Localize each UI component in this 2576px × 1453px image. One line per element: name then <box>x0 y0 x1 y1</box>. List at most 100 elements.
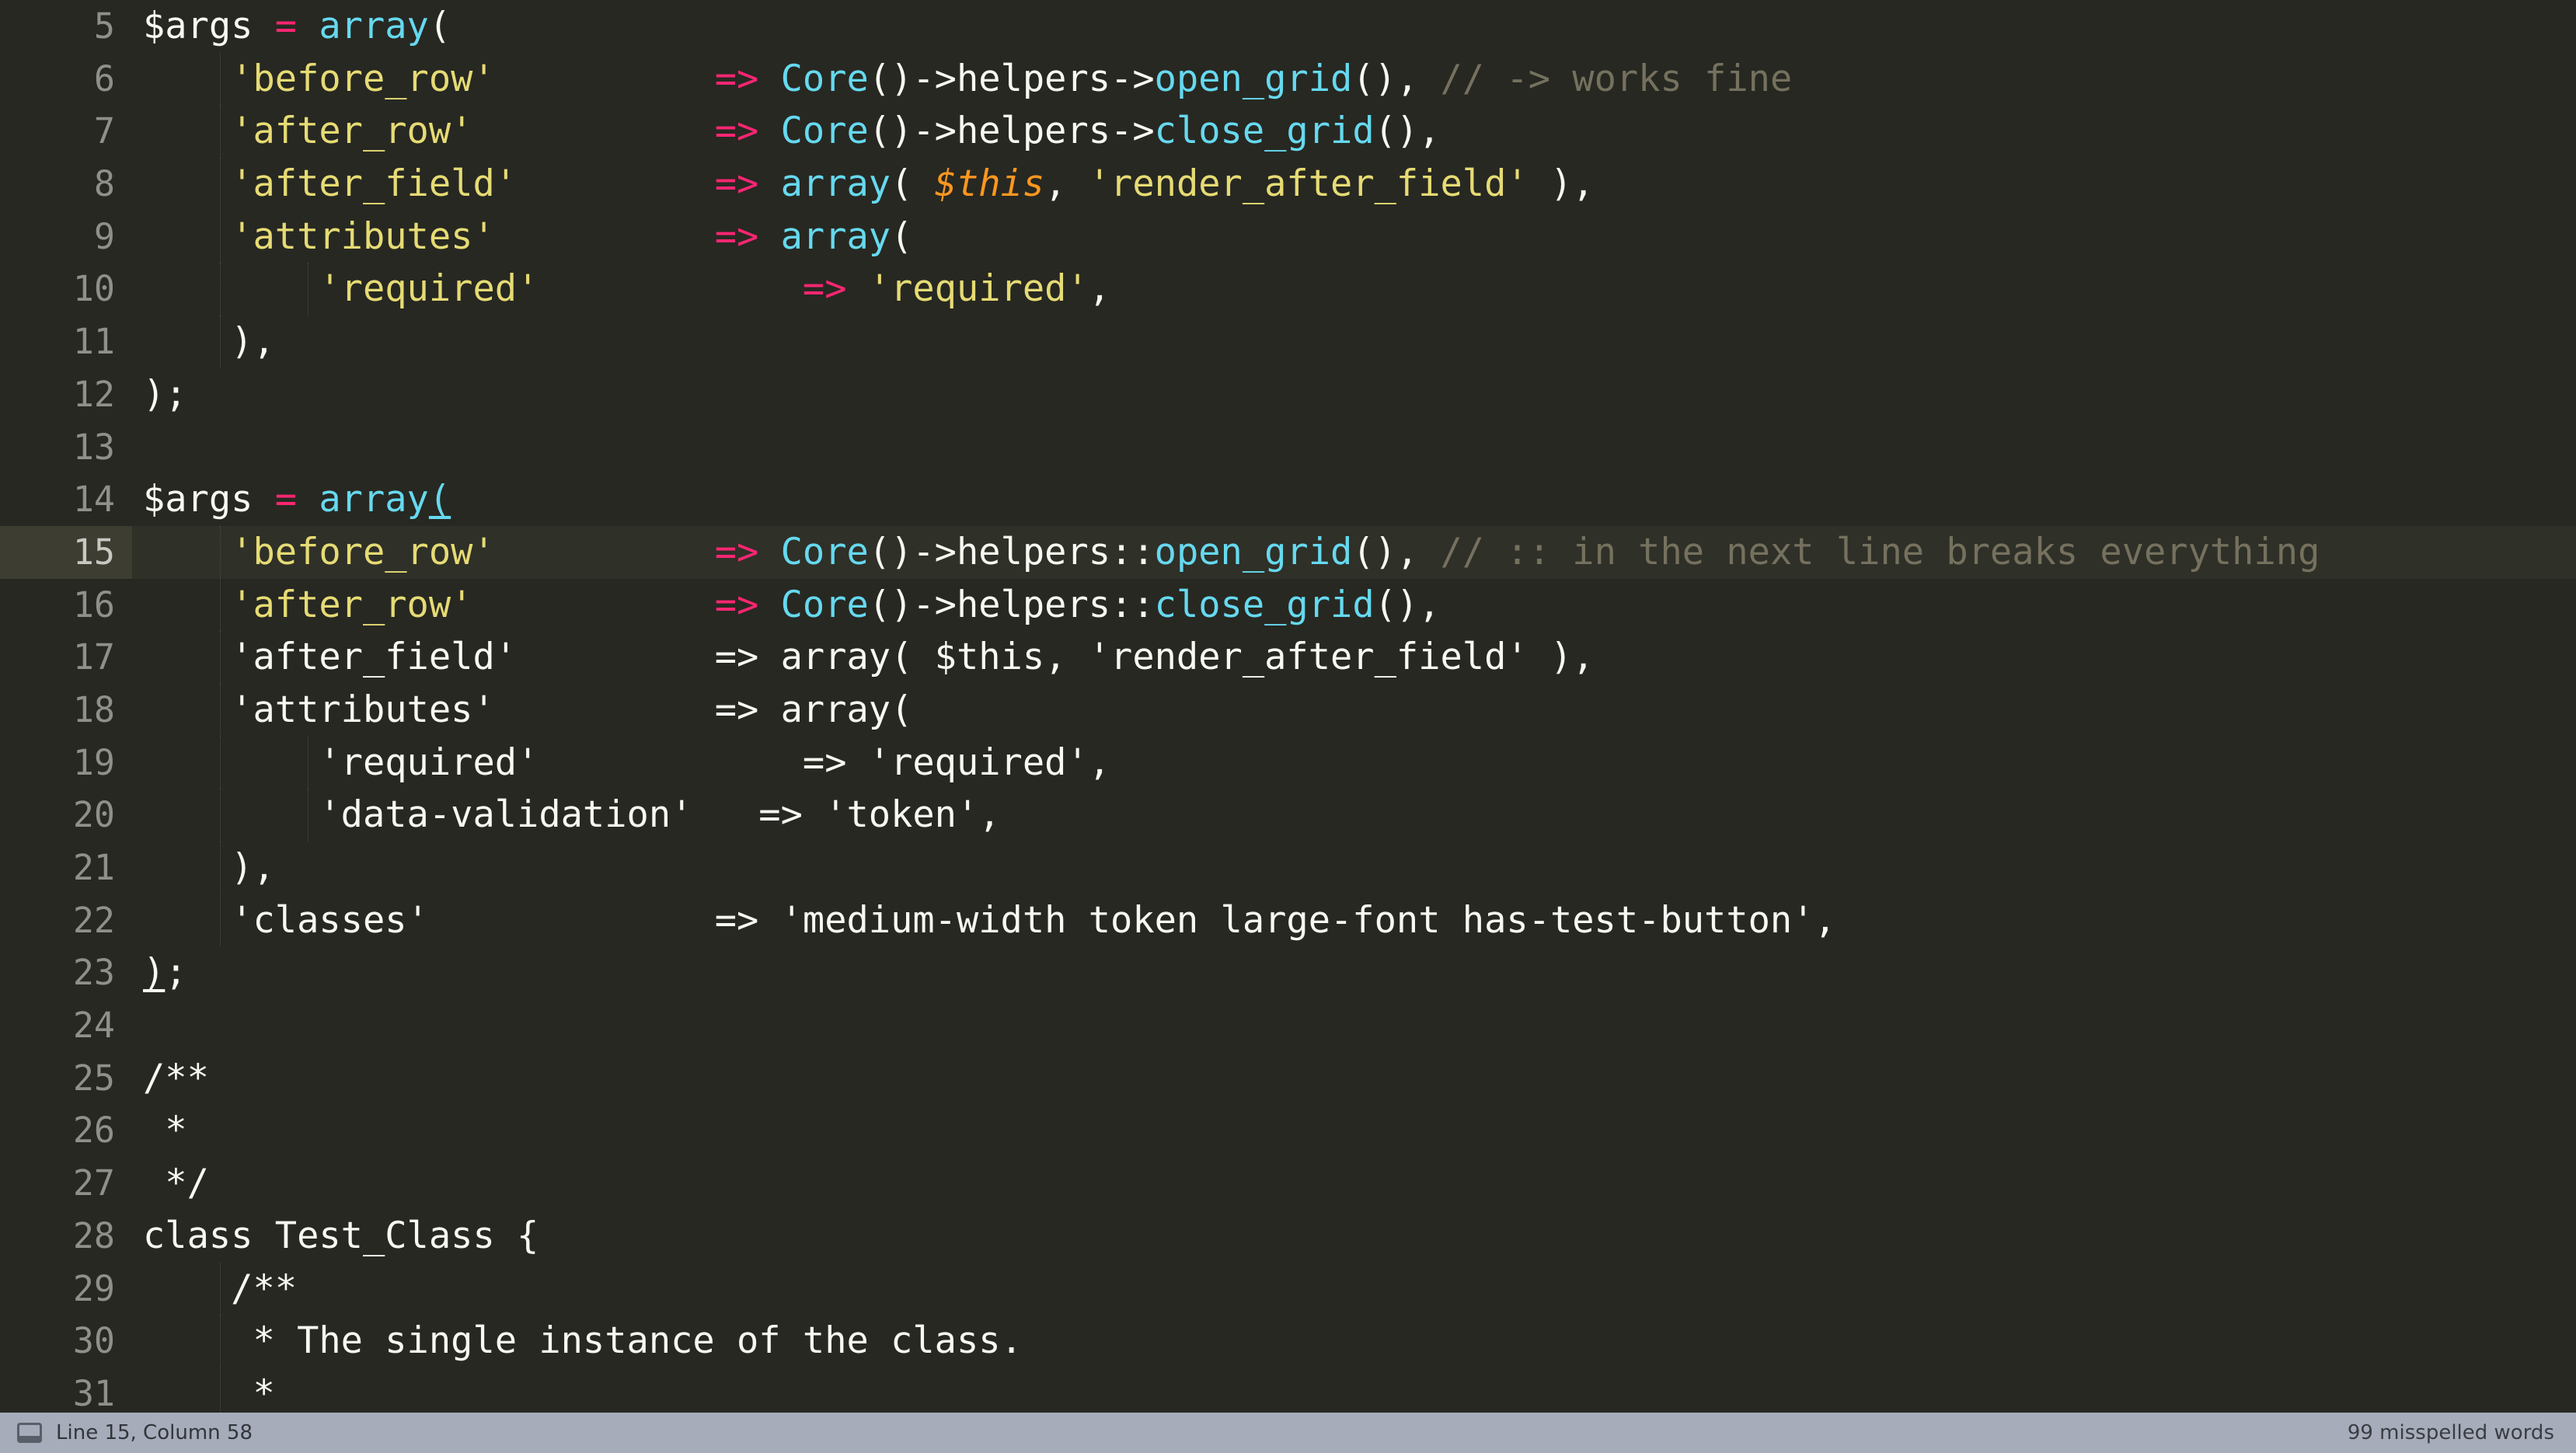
line-number[interactable]: 23 <box>0 946 132 999</box>
line-number[interactable]: 29 <box>0 1263 132 1315</box>
line-number[interactable]: 20 <box>0 789 132 841</box>
line-number[interactable]: 13 <box>0 421 132 474</box>
code-line-text[interactable]: 'required' => 'required', <box>132 736 2576 789</box>
code-line-text[interactable]: 'attributes' => array( <box>132 683 2576 737</box>
line-number[interactable]: 10 <box>0 263 132 315</box>
code-line[interactable]: 18 'attributes' => array( <box>0 683 2576 737</box>
line-number[interactable]: 14 <box>0 473 132 526</box>
code-token-fn: Core <box>780 110 869 153</box>
code-token-punc: (), <box>1352 530 1441 573</box>
code-line-text[interactable]: ); <box>132 368 2576 421</box>
code-line-text[interactable]: /** <box>132 1262 2576 1315</box>
code-line[interactable]: 29 /** <box>0 1262 2576 1315</box>
code-line-text[interactable]: * <box>132 1367 2576 1413</box>
line-number[interactable]: 25 <box>0 1052 132 1105</box>
code-token-fn: close_grid <box>1154 583 1375 626</box>
code-line-text[interactable]: $args = array( <box>132 473 2576 526</box>
code-line[interactable]: 9 'attributes' => array( <box>0 210 2576 263</box>
code-line-text[interactable]: 'required' => 'required', <box>132 263 2576 316</box>
line-number[interactable]: 9 <box>0 211 132 263</box>
code-line[interactable]: 23); <box>0 946 2576 999</box>
line-number[interactable]: 17 <box>0 631 132 684</box>
spell-check-label[interactable]: 99 misspelled words <box>2348 1421 2554 1444</box>
code-line[interactable]: 17 'after_field' => array( $this, 'rende… <box>0 631 2576 684</box>
line-number[interactable]: 27 <box>0 1157 132 1210</box>
code-line[interactable]: 20 'data-validation' => 'token', <box>0 789 2576 842</box>
code-line-text[interactable]: 'before_row' => Core()->helpers->open_gr… <box>132 52 2576 106</box>
line-number[interactable]: 22 <box>0 894 132 947</box>
code-line-text[interactable]: 'classes' => 'medium-width token large-f… <box>132 894 2576 947</box>
code-token-punc: ); <box>143 372 187 416</box>
cursor-position-label[interactable]: Line 15, Column 58 <box>56 1421 253 1444</box>
code-line[interactable]: 16 'after_row' => Core()->helpers::close… <box>0 578 2576 632</box>
code-line[interactable]: 8 'after_field' => array( $this, 'render… <box>0 158 2576 211</box>
code-line[interactable]: 14 $args = array( <box>0 473 2576 526</box>
code-line[interactable]: 15 'before_row' => Core()->helpers::open… <box>0 525 2576 579</box>
code-line[interactable]: 22 'classes' => 'medium-width token larg… <box>0 894 2576 947</box>
code-line-text[interactable]: * <box>132 1104 2576 1157</box>
code-line[interactable]: 7 'after_row' => Core()->helpers->close_… <box>0 105 2576 159</box>
indent-guide <box>219 1262 221 1315</box>
line-number[interactable]: 7 <box>0 105 132 158</box>
line-number[interactable]: 15 <box>0 525 132 579</box>
line-number[interactable]: 5 <box>0 0 132 53</box>
line-number[interactable]: 16 <box>0 579 132 632</box>
code-line-text[interactable]: ); <box>132 946 2576 999</box>
code-line[interactable]: 28 class Test_Class { <box>0 1210 2576 1263</box>
line-number[interactable]: 26 <box>0 1104 132 1157</box>
indent-guide <box>307 789 309 842</box>
line-number[interactable]: 18 <box>0 684 132 737</box>
code-line-text[interactable]: * The single instance of the class. <box>132 1315 2576 1368</box>
line-number[interactable]: 12 <box>0 368 132 421</box>
code-line[interactable]: 10 'required' => 'required', <box>0 263 2576 316</box>
code-editor-area[interactable]: 5 $args = array(6 'before_row' => Core()-… <box>0 0 2576 1413</box>
line-number[interactable]: 6 <box>0 53 132 106</box>
code-line-text[interactable]: ), <box>132 315 2576 368</box>
line-number[interactable]: 24 <box>0 999 132 1052</box>
code-token-plain: 'attributes' => array( <box>143 688 913 731</box>
code-lines[interactable]: 5 $args = array(6 'before_row' => Core()-… <box>0 0 2576 1413</box>
code-line-text[interactable]: class Test_Class { <box>132 1210 2576 1263</box>
code-line-text[interactable]: 'before_row' => Core()->helpers::open_gr… <box>132 525 2576 579</box>
code-line-text[interactable]: 'after_row' => Core()->helpers->close_gr… <box>132 105 2576 159</box>
code-line[interactable]: 31 * <box>0 1367 2576 1413</box>
code-line[interactable]: 11 ), <box>0 315 2576 368</box>
indent-guide <box>219 631 221 684</box>
line-number[interactable]: 11 <box>0 315 132 368</box>
line-number[interactable]: 28 <box>0 1210 132 1263</box>
code-line-text[interactable]: 'attributes' => array( <box>132 210 2576 263</box>
indent-guide <box>219 789 221 842</box>
code-line-text[interactable]: 'after_row' => Core()->helpers::close_gr… <box>132 578 2576 632</box>
code-line[interactable]: 12); <box>0 368 2576 421</box>
code-line[interactable]: 21 ), <box>0 841 2576 894</box>
code-line-text[interactable]: 'after_field' => array( $this, 'render_a… <box>132 631 2576 684</box>
code-line[interactable]: 24 <box>0 999 2576 1052</box>
line-number[interactable]: 30 <box>0 1315 132 1368</box>
code-line-text[interactable]: $args = array( <box>132 0 2576 53</box>
code-line[interactable]: 6 'before_row' => Core()->helpers->open_… <box>0 52 2576 106</box>
code-line-text[interactable]: 'data-validation' => 'token', <box>132 789 2576 842</box>
code-line[interactable]: 19 'required' => 'required', <box>0 736 2576 789</box>
line-number[interactable]: 31 <box>0 1368 132 1413</box>
code-line[interactable]: 30 * The single instance of the class. <box>0 1315 2576 1368</box>
code-line[interactable]: 27 */ <box>0 1157 2576 1210</box>
indent-guide <box>219 263 221 316</box>
code-line[interactable]: 25 /** <box>0 1052 2576 1105</box>
code-line[interactable]: 26 * <box>0 1104 2576 1157</box>
code-line[interactable]: 13 <box>0 421 2576 474</box>
code-line-text[interactable]: */ <box>132 1157 2576 1210</box>
code-token-plain: 'classes' => 'medium-width token large-f… <box>143 898 1836 942</box>
line-number[interactable]: 19 <box>0 737 132 789</box>
code-line[interactable]: 5 $args = array( <box>0 0 2576 53</box>
code-line-text[interactable]: ), <box>132 841 2576 894</box>
code-token-plain: * <box>143 1371 275 1413</box>
code-token-punc: ), <box>143 320 275 364</box>
line-number[interactable]: 8 <box>0 158 132 211</box>
code-line-text[interactable]: 'after_field' => array( $this, 'render_a… <box>132 158 2576 211</box>
line-number[interactable]: 21 <box>0 841 132 894</box>
indent-guide <box>219 578 221 632</box>
code-token-punc: ()->helpers-> <box>868 110 1155 153</box>
code-token-punc: (), <box>1352 57 1441 100</box>
code-line-text[interactable]: /** <box>132 1052 2576 1105</box>
